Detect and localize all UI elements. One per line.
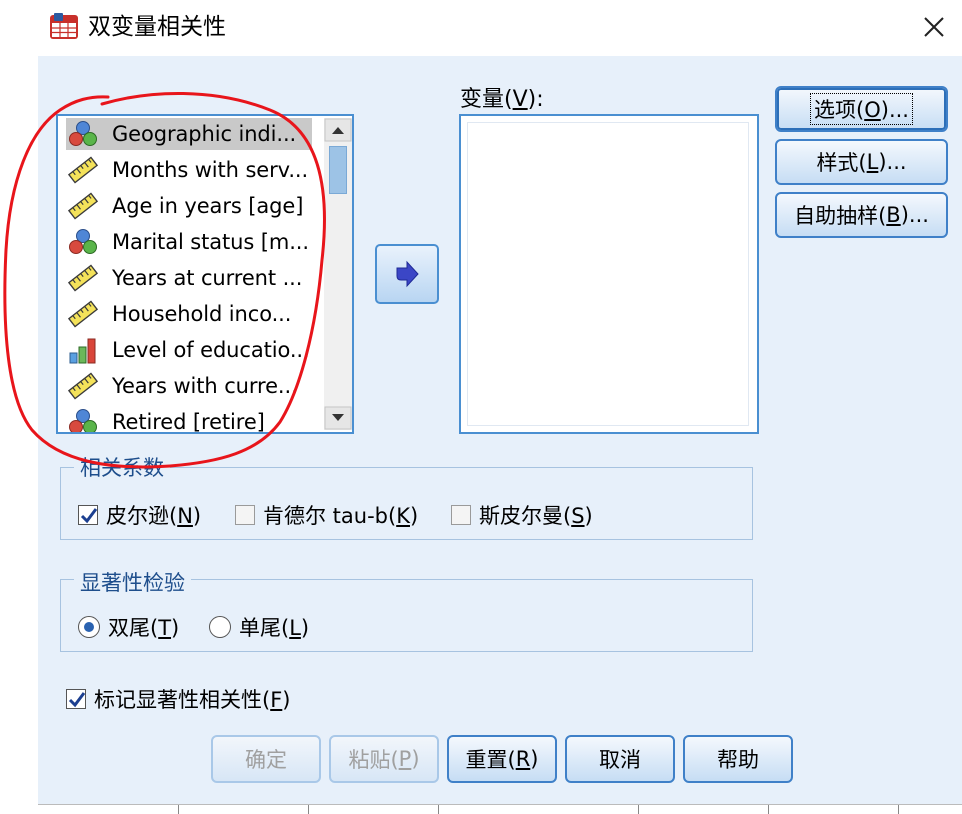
background-data-grid (38, 804, 962, 814)
source-variable-item[interactable]: Years at current ... (66, 262, 312, 294)
source-variable-item[interactable]: Marital status [m... (66, 226, 312, 258)
help-button[interactable]: 帮助 (683, 735, 793, 783)
source-variable-item[interactable]: Years with curre... (66, 370, 312, 402)
arrow-right-icon (396, 260, 419, 288)
source-variable-list[interactable]: Geographic indi... Months with serv... Age… (56, 114, 354, 434)
reset-button[interactable]: 重置(R) (447, 735, 557, 783)
source-variable-item[interactable]: Household inco... (66, 298, 312, 330)
source-variable-label: Level of educatio... (112, 338, 310, 362)
significance-test-title: 显著性检验 (74, 570, 191, 596)
spss-app-icon (50, 13, 78, 39)
options-button[interactable]: 选项(O)... (775, 86, 948, 132)
scroll-up-arrow-icon[interactable] (324, 118, 352, 142)
one-tailed-radio[interactable]: 单尾(L) (209, 612, 309, 642)
move-to-variables-button[interactable] (375, 244, 439, 304)
source-variable-item[interactable]: Age in years [age] (66, 190, 312, 222)
vertical-scrollbar[interactable] (324, 118, 352, 430)
checkbox-checked-icon (78, 505, 98, 525)
scale-icon (67, 264, 99, 292)
source-variable-label: Marital status [m... (112, 230, 309, 254)
scale-icon (67, 372, 99, 400)
ok-button[interactable]: 确定 (211, 735, 321, 783)
close-icon[interactable] (912, 6, 956, 50)
source-variable-label: Geographic indi... (112, 122, 297, 146)
ordinal-icon (68, 336, 98, 364)
bootstrap-button[interactable]: 自助抽样(B)... (775, 192, 948, 238)
nominal-icon (68, 120, 98, 148)
nominal-icon (68, 408, 98, 432)
flag-significant-checkbox[interactable]: 标记显著性相关性(F) (66, 684, 291, 714)
scroll-down-arrow-icon[interactable] (324, 406, 352, 430)
scroll-thumb[interactable] (329, 146, 347, 194)
two-tailed-radio[interactable]: 双尾(T) (78, 612, 179, 642)
source-variable-label: Years at current ... (112, 266, 303, 290)
correlation-coefficients-title: 相关系数 (74, 455, 170, 481)
checkbox-unchecked-icon (451, 505, 471, 525)
source-variable-item[interactable]: Months with serv... (66, 154, 312, 186)
nominal-icon (68, 228, 98, 256)
target-variable-list[interactable] (459, 114, 759, 434)
title-bar: 双变量相关性 (0, 0, 962, 56)
source-variable-label: Household inco... (112, 302, 292, 326)
source-variable-item[interactable]: Level of educatio... (66, 334, 312, 366)
radio-selected-icon (78, 616, 100, 638)
radio-unselected-icon (209, 616, 231, 638)
pearson-checkbox[interactable]: 皮尔逊(N) (78, 500, 201, 530)
kendall-checkbox[interactable]: 肯德尔 tau-b(K) (235, 500, 418, 530)
source-variable-label: Age in years [age] (112, 194, 304, 218)
source-variable-label: Months with serv... (112, 158, 309, 182)
scale-icon (67, 156, 99, 184)
window-title: 双变量相关性 (88, 14, 226, 40)
source-variable-item[interactable]: Retired [retire] (66, 406, 312, 434)
cancel-button[interactable]: 取消 (565, 735, 675, 783)
source-variable-label: Years with curre... (112, 374, 298, 398)
paste-button[interactable]: 粘贴(P) (329, 735, 439, 783)
scale-icon (67, 192, 99, 220)
checkbox-checked-icon (66, 689, 86, 709)
source-variable-item[interactable]: Geographic indi... (66, 118, 312, 150)
checkbox-unchecked-icon (235, 505, 255, 525)
scale-icon (67, 300, 99, 328)
style-button[interactable]: 样式(L)... (775, 139, 948, 185)
spearman-checkbox[interactable]: 斯皮尔曼(S) (451, 500, 593, 530)
source-variable-label: Retired [retire] (112, 410, 265, 434)
variables-label: 变量(V): (460, 87, 544, 112)
